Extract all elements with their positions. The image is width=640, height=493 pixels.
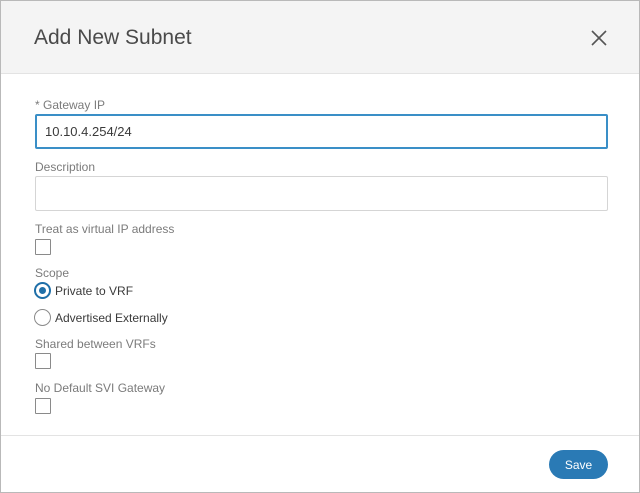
scope-label: Scope [35,266,70,280]
save-button[interactable]: Save [549,450,608,479]
no-default-svi-checkbox[interactable] [35,398,51,414]
virtual-ip-checkbox[interactable] [35,239,51,255]
no-default-svi-label: No Default SVI Gateway [35,381,166,395]
gateway-ip-input[interactable] [35,114,608,149]
dialog-title: Add New Subnet [34,26,192,49]
close-button[interactable] [589,28,609,48]
description-input[interactable] [35,176,608,211]
scope-advertised-radio[interactable] [34,309,51,326]
close-icon [591,30,607,46]
scope-advertised-label: Advertised Externally [55,311,168,325]
shared-vrfs-label: Shared between VRFs [35,337,156,351]
add-subnet-dialog: Add New Subnet * Gateway IP Description … [0,0,640,493]
scope-private-radio[interactable] [34,282,51,299]
dialog-header: Add New Subnet [1,1,639,74]
virtual-ip-label: Treat as virtual IP address [35,222,175,236]
shared-vrfs-checkbox[interactable] [35,353,51,369]
description-label: Description [35,160,96,174]
scope-private-label: Private to VRF [55,284,134,298]
gateway-ip-label: * Gateway IP [35,98,106,112]
footer-divider [1,435,639,436]
